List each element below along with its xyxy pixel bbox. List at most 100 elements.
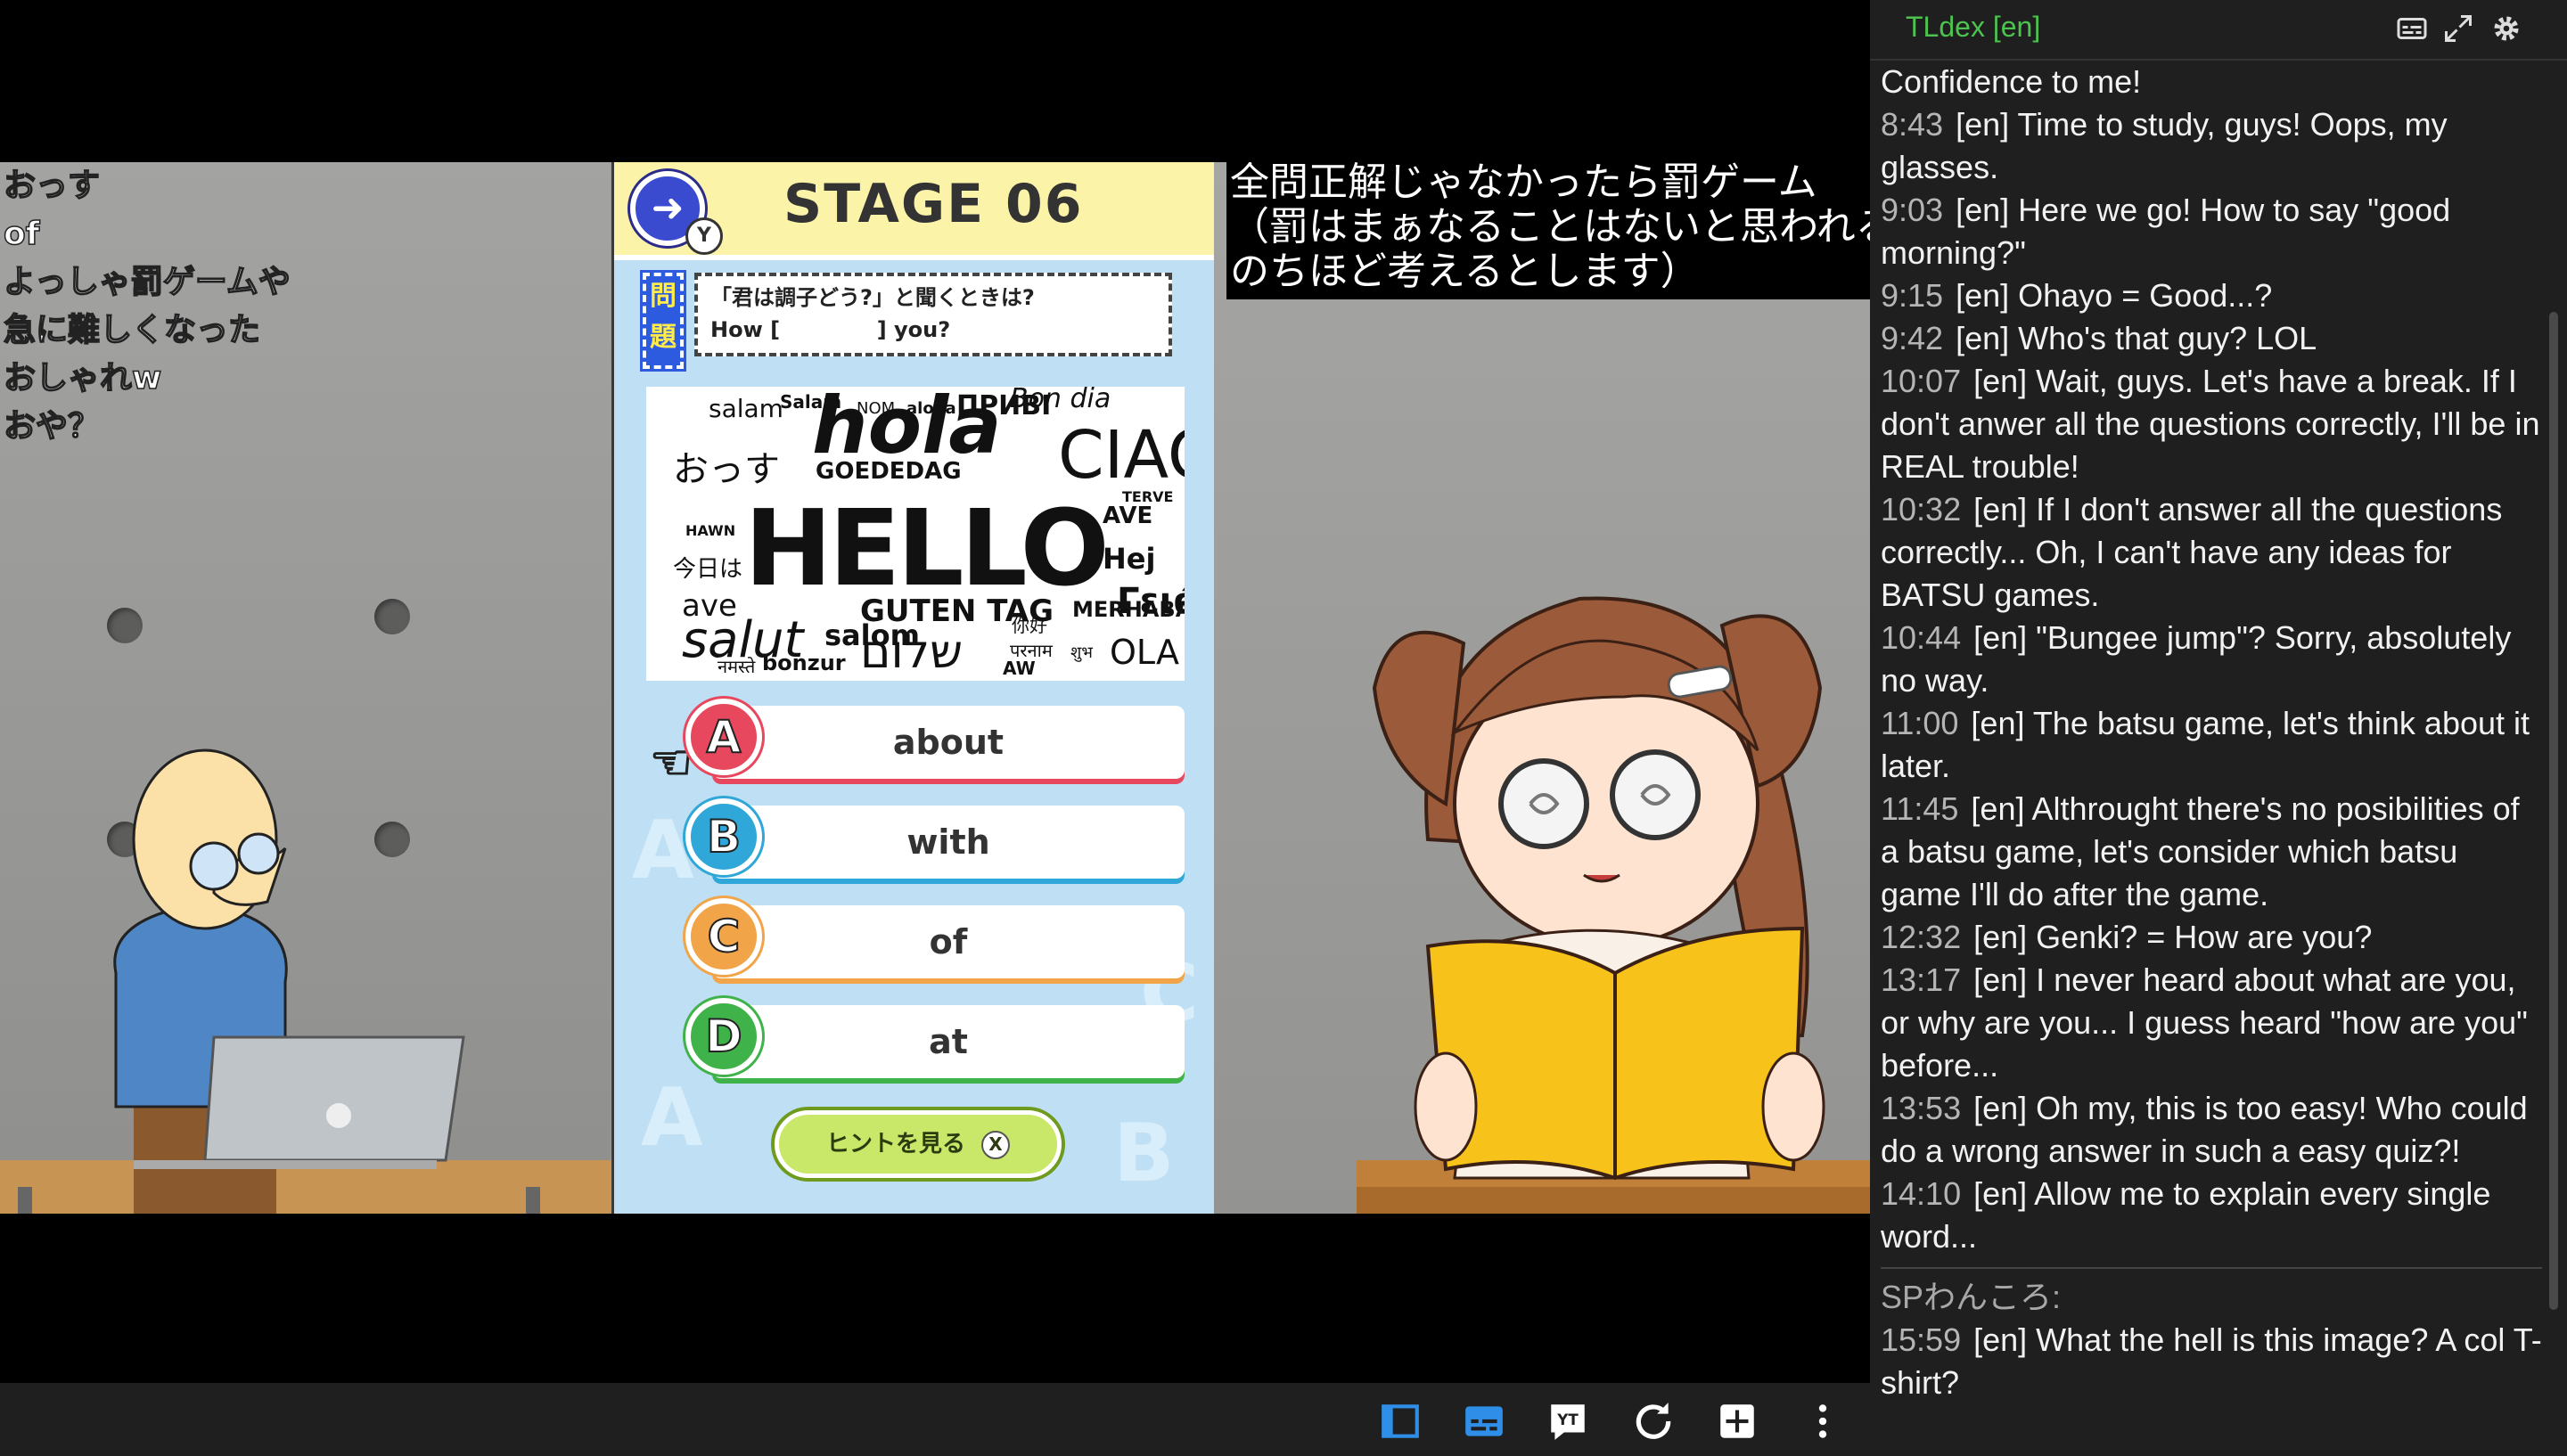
translation-chat-panel: TLdex [en] Confidence to me! 8:43 [en] Ti… <box>1870 0 2567 1456</box>
refresh-icon[interactable] <box>1631 1399 1676 1444</box>
video-player[interactable]: おっす of よっしゃ罰ゲームや 急に難しくなった おしゃれw おや？ A B … <box>0 0 1870 1456</box>
message-text: [en] Wait, guys. Let's have a break. If … <box>1881 363 2540 485</box>
teacher-illustration <box>0 748 615 1214</box>
message-text: [en] Allow me to explain every single wo… <box>1881 1175 2491 1255</box>
nico-comment: おしゃれw <box>3 359 162 397</box>
mondai-label: 問題 <box>640 270 686 372</box>
right-scene <box>1214 162 1870 1214</box>
word: NOM <box>857 399 896 418</box>
word: नमस्ते <box>718 656 756 677</box>
answer-option-c[interactable]: of C <box>685 898 1185 978</box>
word: OLA <box>1110 633 1179 672</box>
timestamp[interactable]: 13:53 <box>1881 1090 1961 1126</box>
word: परनाम <box>1010 640 1053 661</box>
answer-option-a[interactable]: about A <box>685 699 1185 779</box>
chat-message: 15:59 [en] What the hell is this image? A… <box>1881 1319 2542 1404</box>
answer-option-b[interactable]: with B <box>685 798 1185 879</box>
add-icon[interactable] <box>1715 1399 1759 1444</box>
word: Hej <box>1103 542 1156 576</box>
timestamp[interactable]: 10:32 <box>1881 491 1961 528</box>
layout-icon[interactable] <box>1378 1399 1423 1444</box>
chat-message: 13:17 [en] I never heard about what are y… <box>1881 959 2542 1087</box>
chat-author: SPわんころ: <box>1881 1279 2062 1315</box>
nico-comment: 急に難しくなった <box>3 311 261 349</box>
stream-frame[interactable]: おっす of よっしゃ罰ゲームや 急に難しくなった おしゃれw おや？ A B … <box>0 162 1870 1214</box>
youtube-icon[interactable]: YT <box>1546 1399 1590 1444</box>
message-text: [en] Here we go! How to say "good mornin… <box>1881 192 2451 271</box>
question-line-2: How [ ] you? <box>710 317 951 342</box>
message-text: [en] Althrought there's no posibilities … <box>1881 790 2520 912</box>
word: HELLO <box>744 487 1110 609</box>
quiz-game: A B C A B ➜ Y STAGE 06 問題 「君は調子どう?」と聞くとき… <box>611 162 1219 1214</box>
timestamp[interactable]: 10:44 <box>1881 619 1961 656</box>
timestamp[interactable]: 8:43 <box>1881 106 1943 143</box>
hello-word-cloud: HELLO hola CIAO salam GUTEN TAG GOEDEDAG… <box>646 387 1185 681</box>
hint-button[interactable]: ヒントを見る X <box>775 1110 1062 1178</box>
chat-message: 10:32 [en] If I don't answer all the ques… <box>1881 488 2542 617</box>
chat-scrollbar[interactable] <box>2549 312 2558 1310</box>
chat-message: 13:53 [en] Oh my, this is too easy! Who c… <box>1881 1087 2542 1173</box>
word: MERHABA <box>1072 597 1185 622</box>
word: salom <box>824 618 920 652</box>
chat-message: 11:45 [en] Althrought there's no posibili… <box>1881 788 2542 916</box>
bottom-toolbar: YT <box>0 1383 1870 1456</box>
word: おっす <box>673 449 780 490</box>
nico-comment: よっしゃ罰ゲームや <box>3 263 291 301</box>
timestamp[interactable]: 11:00 <box>1881 705 1958 741</box>
answer-option-d[interactable]: at D <box>685 998 1185 1078</box>
back-arrow-icon: ➜ <box>651 185 685 231</box>
vtuber-avatar <box>1357 596 1870 1214</box>
stage-title: STAGE 06 <box>783 173 1084 235</box>
timestamp[interactable]: 10:07 <box>1881 363 1961 399</box>
svg-text:YT: YT <box>1556 1411 1579 1428</box>
subtitles-icon[interactable] <box>1462 1399 1506 1444</box>
message-text: [en] "Bungee jump"? Sorry, absolutely no… <box>1881 619 2512 699</box>
word: 你好 <box>1012 615 1047 636</box>
subtitle-toggle-icon[interactable] <box>2396 12 2428 45</box>
timestamp[interactable]: 11:45 <box>1881 790 1958 827</box>
message-text: [en] Oh my, this is too easy! Who could … <box>1881 1090 2528 1169</box>
message-text: [en] If I don't answer all the questions… <box>1881 491 2503 613</box>
timestamp[interactable]: 12:32 <box>1881 919 1961 955</box>
timestamp[interactable]: 15:59 <box>1881 1321 1961 1358</box>
author-divider <box>1881 1267 2542 1269</box>
timestamp[interactable]: 9:15 <box>1881 277 1943 314</box>
option-letter: B <box>685 798 762 875</box>
word: TERVE <box>1122 488 1174 505</box>
nico-comments: おっす of よっしゃ罰ゲームや 急に難しくなった おしゃれw おや？ <box>3 162 291 451</box>
word: aloha <box>906 399 956 418</box>
announcement-line: 全問正解じゃなかったら罰ゲーム <box>1230 162 1817 205</box>
left-scene: おっす of よっしゃ罰ゲームや 急に難しくなった おしゃれw おや？ <box>0 162 615 1214</box>
chat-message: 9:15 [en] Ohayo = Good...? <box>1881 274 2542 317</box>
chat-message: 9:03 [en] Here we go! How to say "good mo… <box>1881 189 2542 274</box>
chat-message: 11:00 [en] The batsu game, let's think ab… <box>1881 702 2542 788</box>
option-text: about <box>892 723 1005 762</box>
expand-icon[interactable] <box>2442 12 2474 45</box>
option-text: at <box>929 1022 968 1061</box>
more-icon[interactable] <box>1800 1399 1845 1444</box>
timestamp[interactable]: 9:03 <box>1881 192 1943 228</box>
chat-header: TLdex [en] <box>1870 0 2567 61</box>
word: 今日は <box>673 556 743 583</box>
announcement-overlay: 全問正解じゃなかったら罰ゲーム （罰はまぁなることはないと思われるので のちほど… <box>1226 162 1870 299</box>
timestamp[interactable]: 9:42 <box>1881 320 1943 356</box>
bg-letter: A <box>641 1071 703 1165</box>
option-letter: A <box>685 699 762 775</box>
y-key-badge: Y <box>685 217 723 255</box>
option-text: of <box>929 922 968 961</box>
timestamp[interactable]: 14:10 <box>1881 1175 1961 1212</box>
chat-message: 8:43 [en] Time to study, guys! Oops, my g… <box>1881 103 2542 189</box>
word: bonzur <box>762 650 846 675</box>
word: GOEDEDAG <box>816 458 962 485</box>
wall-hole <box>374 599 410 634</box>
message-text: Confidence to me! <box>1881 63 2142 100</box>
option-letter: D <box>685 998 762 1075</box>
hint-label: ヒントを見る <box>825 1131 965 1157</box>
announcement-line: （罰はまぁなることはないと思われるので <box>1230 204 1870 249</box>
gear-icon[interactable] <box>2490 12 2522 45</box>
message-text: [en] Ohayo = Good...? <box>1956 277 2273 314</box>
word: AVE <box>1103 503 1153 529</box>
timestamp[interactable]: 13:17 <box>1881 961 1961 998</box>
chat-message: 10:44 [en] "Bungee jump"? Sorry, absolute… <box>1881 617 2542 702</box>
question-panel: 問題 「君は調子どう?」と聞くときは? How [ ] you? <box>640 270 1181 372</box>
